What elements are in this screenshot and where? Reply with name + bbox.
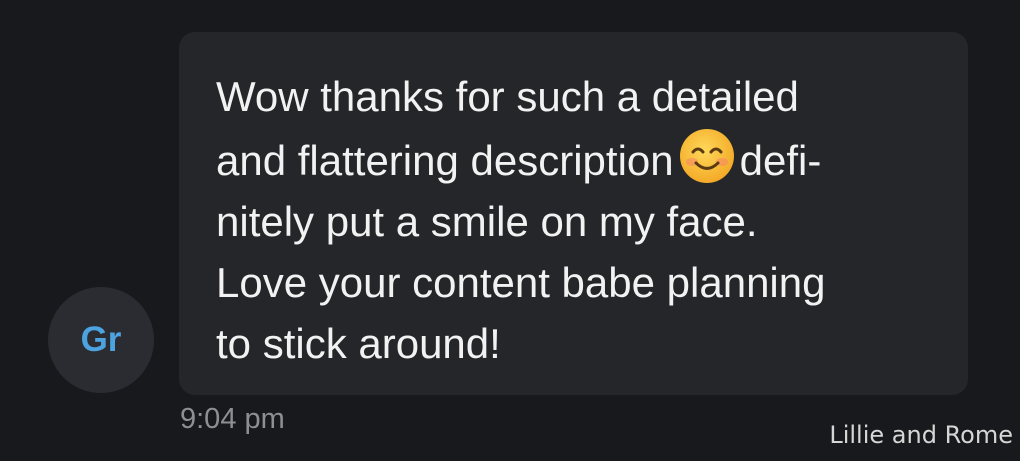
- message-line: and flattering description defi-: [216, 127, 938, 191]
- message-line: Love your content babe planning: [216, 259, 826, 306]
- message-line: nitely put a smile on my face.: [216, 198, 758, 245]
- message-bubble[interactable]: Wow thanks for such a detailed and flatt…: [179, 32, 968, 395]
- avatar[interactable]: Gr: [48, 287, 154, 393]
- message-line: to stick around!: [216, 320, 501, 367]
- avatar-initials: Gr: [80, 320, 122, 359]
- watermark: Lillie and Rome: [829, 421, 1013, 449]
- message-timestamp: 9:04 pm: [180, 403, 285, 435]
- message-line: Wow thanks for such a detailed: [216, 73, 799, 120]
- smiling-face-emoji-icon: [679, 129, 734, 183]
- message-text: and flattering description: [216, 137, 674, 184]
- message-text: defi-: [739, 137, 822, 184]
